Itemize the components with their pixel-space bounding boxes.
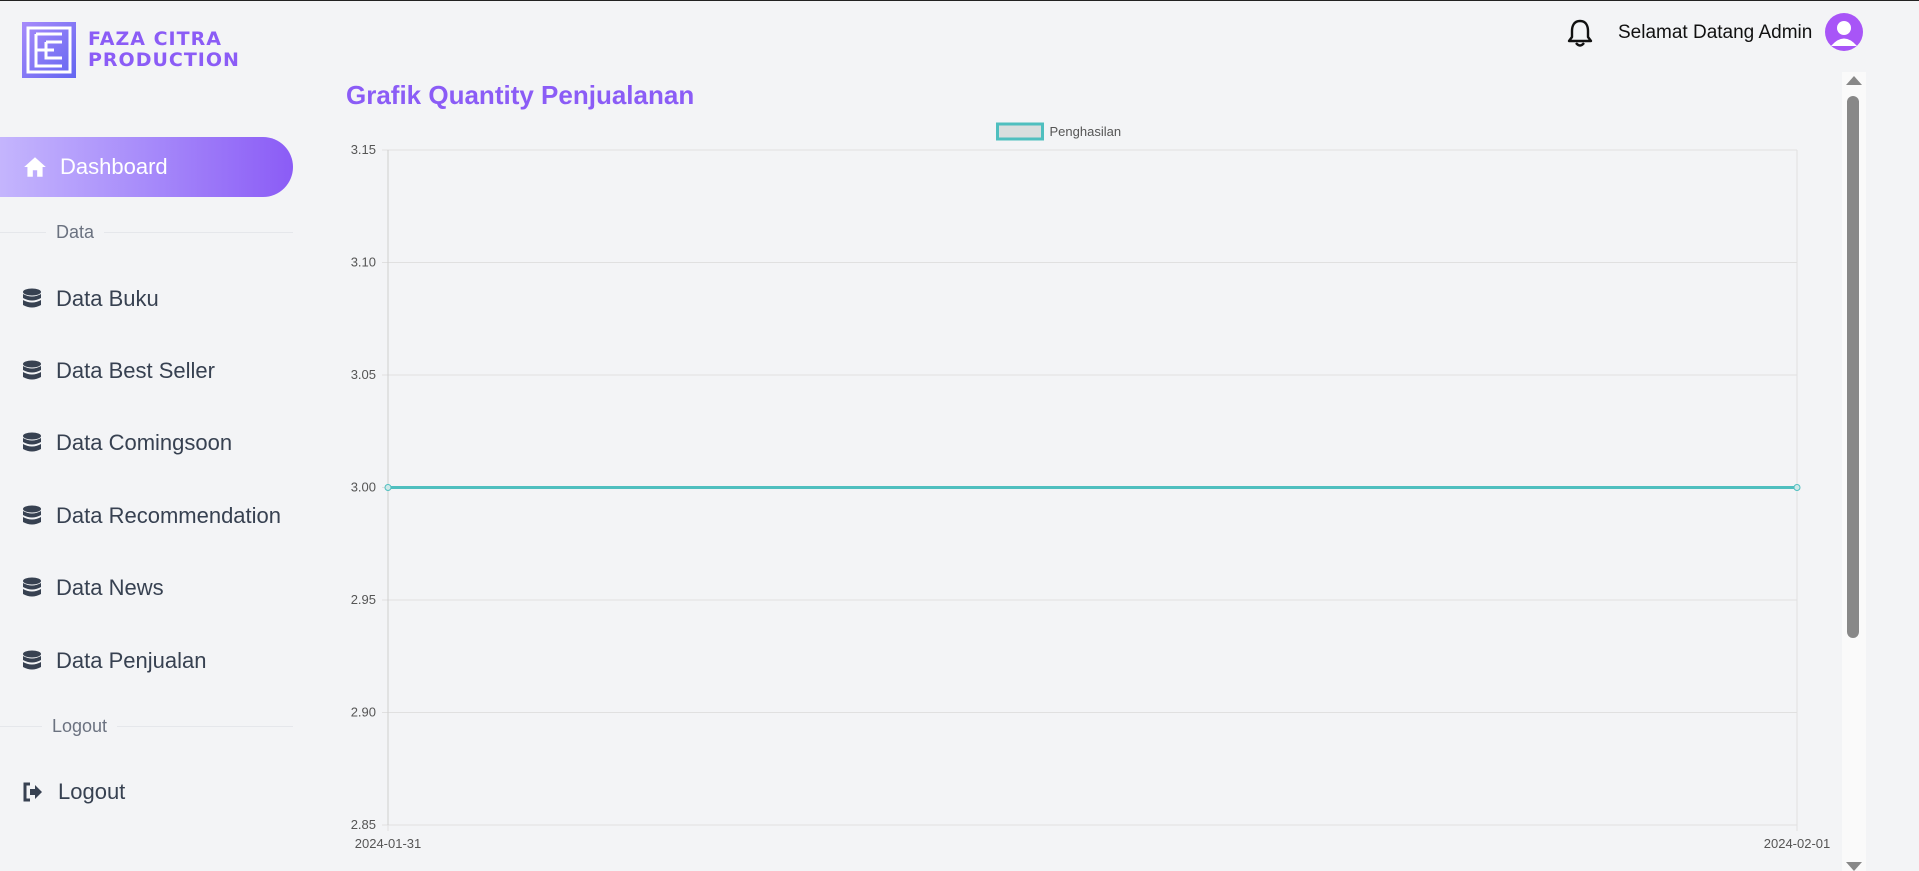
sidebar-item-data-buku[interactable]: Data Buku <box>22 286 159 312</box>
database-icon <box>23 360 41 380</box>
home-icon <box>24 157 46 177</box>
user-icon <box>1831 21 1857 46</box>
sidebar-item-data-comingsoon[interactable]: Data Comingsoon <box>22 430 232 456</box>
database-icon <box>23 288 41 308</box>
sidebar-item-data-best-seller[interactable]: Data Best Seller <box>22 358 215 384</box>
y-tick-label: 2.95 <box>351 592 376 607</box>
legend-swatch <box>996 122 1044 141</box>
sign-out-icon <box>23 782 42 802</box>
sidebar-item-dashboard[interactable]: Dashboard <box>0 137 293 197</box>
x-tick-label: 2024-02-01 <box>1764 836 1831 851</box>
section-divider-data: Data <box>0 222 293 242</box>
section-label: Data <box>56 221 95 242</box>
logo-mark-icon <box>22 22 76 78</box>
scroll-up-arrow[interactable] <box>1846 76 1862 85</box>
brand-line-2: PRODUCTION <box>88 49 240 71</box>
sidebar-item-label: Dashboard <box>60 154 168 179</box>
data-point <box>1793 484 1801 491</box>
y-tick-label: 2.85 <box>351 817 376 832</box>
sidebar-item-label: Logout <box>58 779 126 804</box>
section-label: Logout <box>52 715 108 736</box>
database-icon <box>23 505 41 525</box>
sidebar-item-label: Data Comingsoon <box>56 430 233 455</box>
sidebar-item-label: Data Penjualan <box>56 648 207 673</box>
sidebar-item-data-news[interactable]: Data News <box>22 575 164 601</box>
sidebar-item-label: Data Recommendation <box>56 503 282 528</box>
database-icon <box>23 432 41 452</box>
scroll-down-arrow[interactable] <box>1846 862 1862 871</box>
sidebar-item-logout[interactable]: Logout <box>22 779 125 805</box>
sales-quantity-chart: 3.15 3.10 3.05 3.00 2.95 2.90 2.85 2024-01-31 20… <box>351 122 1831 851</box>
bell-icon[interactable] <box>1566 18 1594 48</box>
brand-name: FAZA CITRA PRODUCTION <box>88 29 240 71</box>
sidebar-item-label: Data Buku <box>56 286 159 311</box>
y-tick-label: 2.90 <box>351 705 376 720</box>
data-point <box>384 484 392 491</box>
user-avatar[interactable] <box>1825 13 1863 51</box>
database-icon <box>23 577 41 597</box>
brand-line-1: FAZA CITRA <box>88 28 222 50</box>
y-tick-label: 3.15 <box>351 142 376 157</box>
welcome-text: Selamat Datang Admin <box>1618 22 1813 43</box>
section-divider-logout: Logout <box>0 716 293 736</box>
vertical-scrollbar[interactable] <box>1842 72 1866 871</box>
page-title: Grafik Quantity Penjualanan <box>346 80 695 110</box>
x-tick-label: 2024-01-31 <box>355 836 422 851</box>
brand-logo[interactable]: FAZA CITRA PRODUCTION <box>22 22 240 78</box>
sidebar-item-label: Data Best Seller <box>56 358 215 383</box>
sidebar: FAZA CITRA PRODUCTION Dashboard Data Dat… <box>0 0 295 871</box>
database-icon <box>23 650 41 670</box>
y-tick-label: 3.10 <box>351 255 376 270</box>
sidebar-item-data-penjualan[interactable]: Data Penjualan <box>22 648 206 674</box>
y-tick-label: 3.05 <box>351 367 376 382</box>
scroll-thumb[interactable] <box>1847 96 1859 638</box>
legend-label: Penghasilan <box>1050 124 1122 139</box>
sidebar-item-label: Data News <box>56 575 164 600</box>
sidebar-item-data-recommendation[interactable]: Data Recommendation <box>22 503 281 529</box>
y-tick-label: 3.00 <box>351 480 376 495</box>
